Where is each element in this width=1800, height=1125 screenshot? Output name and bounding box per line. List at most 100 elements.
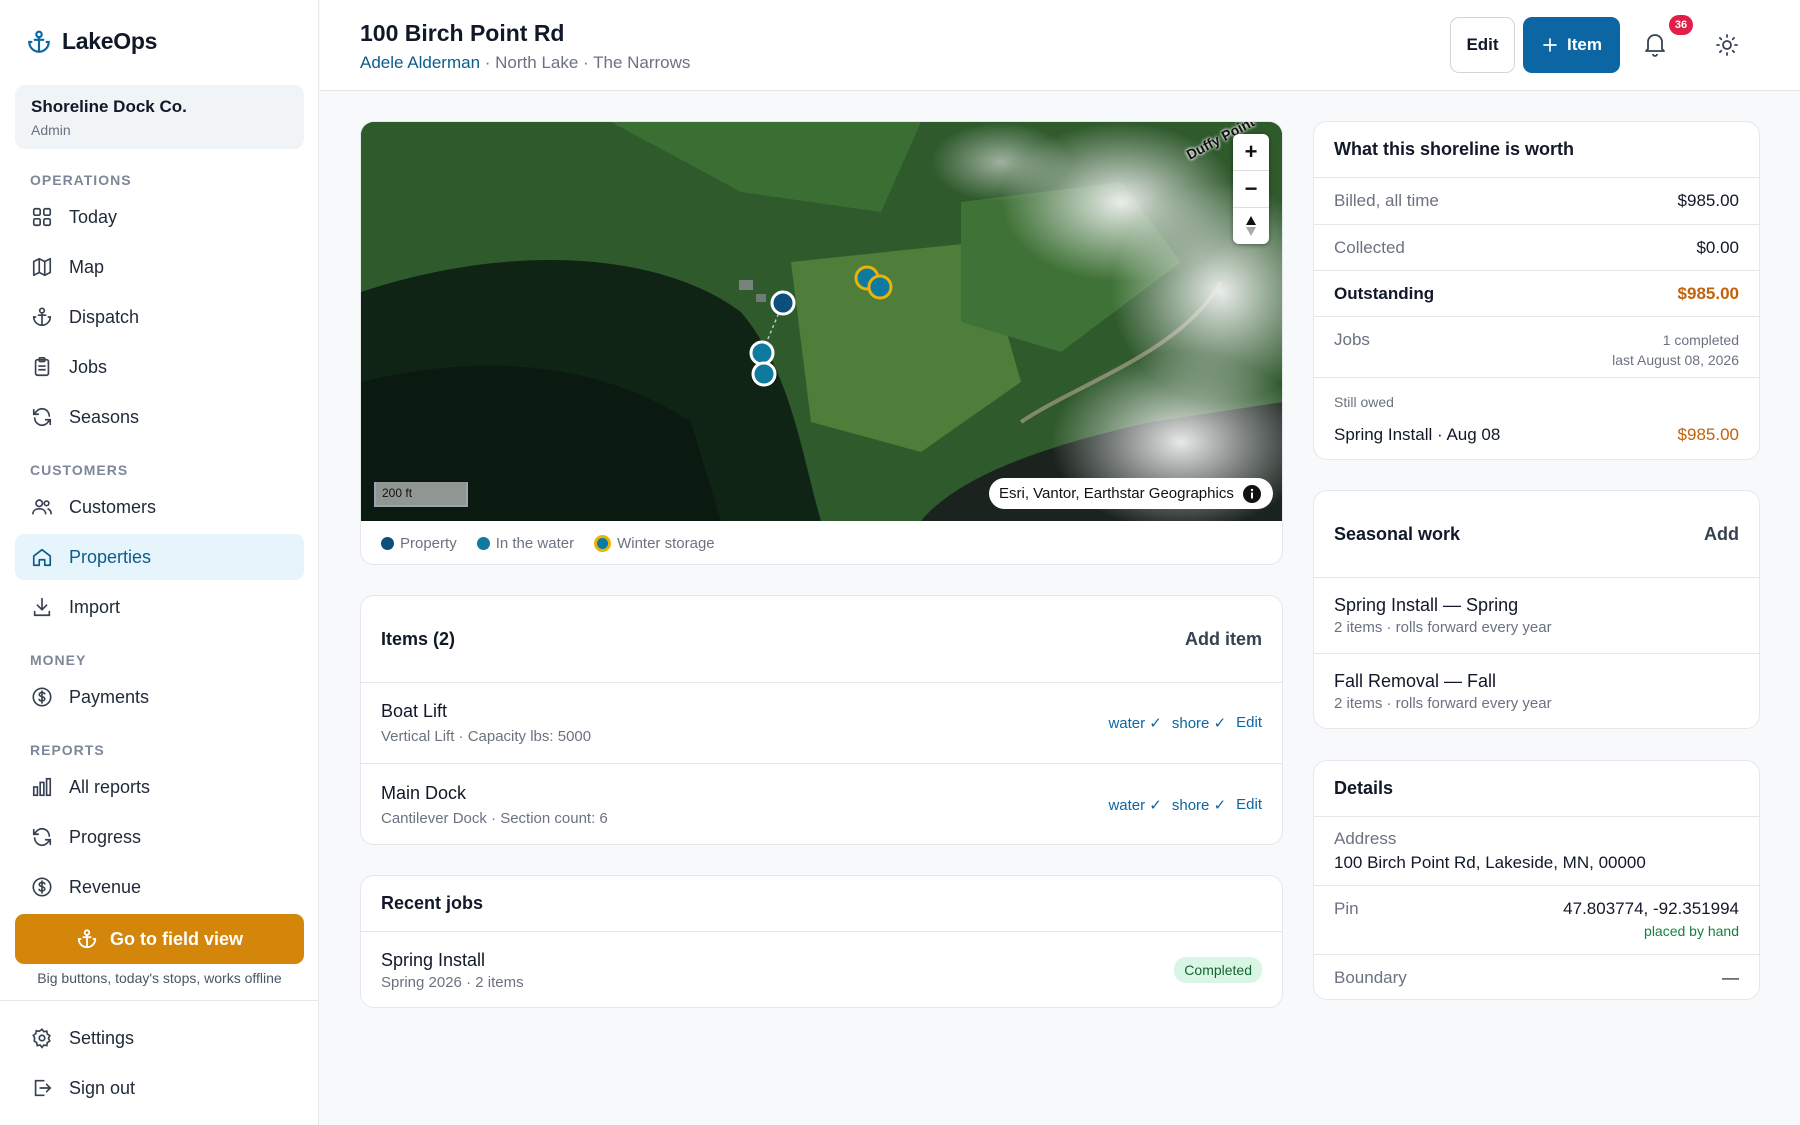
page-subtitle: Adele Alderman · North Lake · The Narrow… xyxy=(360,53,690,73)
add-item-label: Item xyxy=(1567,35,1602,54)
sidebar-item-all-reports[interactable]: All reports xyxy=(15,764,304,810)
sidebar-item-seasons[interactable]: Seasons xyxy=(15,394,304,440)
owed-job: Spring Install · Aug 08 xyxy=(1334,425,1501,444)
billed-value: $985.00 xyxy=(1677,191,1739,210)
map-card: Duffy Point + − 200 ft Esri, Vantor, Ear… xyxy=(360,121,1283,565)
grid-icon xyxy=(30,205,54,229)
collected-label: Collected xyxy=(1334,237,1405,257)
anchor-icon xyxy=(26,29,52,55)
list-item[interactable]: Fall Removal — Fall 2 items · rolls forw… xyxy=(1314,654,1759,728)
recent-jobs-header: Recent jobs xyxy=(361,876,1282,932)
dollar-icon xyxy=(30,875,54,899)
org-switcher[interactable]: Shoreline Dock Co. Admin xyxy=(15,85,304,149)
sidebar-item-jobs[interactable]: Jobs xyxy=(15,344,304,390)
sidebar-item-progress[interactable]: Progress xyxy=(15,814,304,860)
info-icon[interactable] xyxy=(1242,484,1262,504)
sidebar-item-customers[interactable]: Customers xyxy=(15,484,304,530)
list-item[interactable]: Boat Lift Vertical Lift · Capacity lbs: … xyxy=(361,683,1282,764)
field-view-hint: Big buttons, today's stops, works offlin… xyxy=(37,970,282,986)
jobs-last: last August 08, 2026 xyxy=(1612,352,1739,368)
edit-button[interactable]: Edit xyxy=(1450,17,1515,73)
owner-link[interactable]: Adele Alderman xyxy=(360,53,480,72)
pin-note: placed by hand xyxy=(1644,923,1739,939)
zoom-in-button[interactable]: + xyxy=(1233,134,1269,171)
seasonal-detail: 2 items · rolls forward every year xyxy=(1334,619,1552,636)
sidebar-item-label: Progress xyxy=(69,826,142,847)
boundary-value: — xyxy=(1722,968,1739,987)
edit-link[interactable]: Edit xyxy=(1236,796,1262,814)
sidebar-item-label: Sign out xyxy=(69,1077,136,1098)
boundary-label: Boundary xyxy=(1334,968,1407,987)
sidebar-item-label: Import xyxy=(69,596,121,617)
pin-label: Pin xyxy=(1334,899,1359,918)
download-icon xyxy=(30,595,54,619)
pin-value: 47.803774, -92.351994 xyxy=(1563,899,1739,918)
shore-status[interactable]: shore ✓ xyxy=(1172,714,1226,732)
owed-amount: $985.00 xyxy=(1677,425,1739,444)
sidebar-item-label: Customers xyxy=(69,496,157,517)
add-item-link[interactable]: Add item xyxy=(1185,629,1262,650)
bell-icon[interactable] xyxy=(1643,31,1667,57)
still-owed-label: Still owed xyxy=(1334,394,1394,410)
sidebar-item-map[interactable]: Map xyxy=(15,244,304,290)
sidebar-item-label: Revenue xyxy=(69,876,142,897)
sidebar-item-dispatch[interactable]: Dispatch xyxy=(15,294,304,340)
location-text: · North Lake · The Narrows xyxy=(484,53,691,72)
sidebar-item-properties[interactable]: Properties xyxy=(15,534,304,580)
outstanding-value: $985.00 xyxy=(1677,283,1739,303)
sidebar-item-label: Settings xyxy=(69,1027,135,1048)
list-item[interactable]: Spring Install Spring 2026 · 2 items Com… xyxy=(361,932,1282,1007)
map-scale: 200 ft xyxy=(374,482,468,507)
sidebar-item-today[interactable]: Today xyxy=(15,194,304,240)
details-header: Details xyxy=(1314,761,1759,817)
boundary-row: Boundary — xyxy=(1314,955,1759,999)
item-name: Main Dock xyxy=(381,782,467,803)
section-reports: REPORTS xyxy=(30,742,105,758)
sidebar-item-signout[interactable]: Sign out xyxy=(15,1065,304,1111)
section-customers: CUSTOMERS xyxy=(30,462,129,478)
still-owed-section: Still owed Spring Install · Aug 08 $985.… xyxy=(1314,378,1759,445)
add-item-button[interactable]: Item xyxy=(1523,17,1620,73)
org-role: Admin xyxy=(31,122,71,138)
seasonal-detail: 2 items · rolls forward every year xyxy=(1334,695,1552,712)
still-owed-item[interactable]: Spring Install · Aug 08 $985.00 xyxy=(1334,425,1739,445)
sidebar: LakeOps Shoreline Dock Co. Admin OPERATI… xyxy=(0,0,319,1125)
seasonal-card: Seasonal work Add Spring Install — Sprin… xyxy=(1313,490,1760,729)
shore-status[interactable]: shore ✓ xyxy=(1172,796,1226,814)
section-operations: OPERATIONS xyxy=(30,172,132,188)
app-logo[interactable]: LakeOps xyxy=(26,28,157,55)
map-legend: Property In the water Winter storage xyxy=(361,521,1282,564)
water-status[interactable]: water ✓ xyxy=(1108,796,1161,814)
items-title: Items (2) xyxy=(381,628,456,649)
compass-button[interactable] xyxy=(1233,208,1269,244)
seasonal-name: Fall Removal — Fall xyxy=(1334,671,1497,691)
edit-link[interactable]: Edit xyxy=(1236,714,1262,732)
zoom-out-button[interactable]: − xyxy=(1233,171,1269,208)
sidebar-item-revenue[interactable]: Revenue xyxy=(15,864,304,910)
address-value: 100 Birch Point Rd, Lakeside, MN, 00000 xyxy=(1334,853,1646,872)
items-card: Items (2) Add item Boat Lift Vertical Li… xyxy=(360,595,1283,845)
legend-item: Property xyxy=(381,535,457,552)
outstanding-row: Outstanding $985.00 xyxy=(1314,271,1759,317)
list-item[interactable]: Main Dock Cantilever Dock · Section coun… xyxy=(361,764,1282,844)
sidebar-item-import[interactable]: Import xyxy=(15,584,304,630)
attribution-text: Esri, Vantor, Earthstar Geographics xyxy=(999,485,1234,502)
worth-card: What this shoreline is worth Billed, all… xyxy=(1313,121,1760,460)
water-status[interactable]: water ✓ xyxy=(1108,714,1161,732)
sidebar-item-payments[interactable]: Payments xyxy=(15,674,304,720)
list-item[interactable]: Spring Install — Spring 2 items · rolls … xyxy=(1314,578,1759,654)
sun-icon[interactable] xyxy=(1715,33,1739,57)
app-name: LakeOps xyxy=(62,28,158,54)
refresh-icon xyxy=(30,825,54,849)
satellite-map[interactable]: Duffy Point + − 200 ft Esri, Vantor, Ear… xyxy=(361,122,1282,521)
map-attribution: Esri, Vantor, Earthstar Geographics xyxy=(989,478,1273,509)
add-seasonal-link[interactable]: Add xyxy=(1704,524,1739,545)
sidebar-item-settings[interactable]: Settings xyxy=(15,1015,304,1061)
field-view-button[interactable]: Go to field view xyxy=(15,914,304,964)
jobs-count: 1 completed xyxy=(1662,332,1739,348)
map-icon xyxy=(30,255,54,279)
sidebar-item-label: Dispatch xyxy=(69,306,140,327)
billed-row: Billed, all time $985.00 xyxy=(1314,178,1759,225)
sidebar-divider xyxy=(0,1000,319,1001)
details-card: Details Address 100 Birch Point Rd, Lake… xyxy=(1313,760,1760,1000)
